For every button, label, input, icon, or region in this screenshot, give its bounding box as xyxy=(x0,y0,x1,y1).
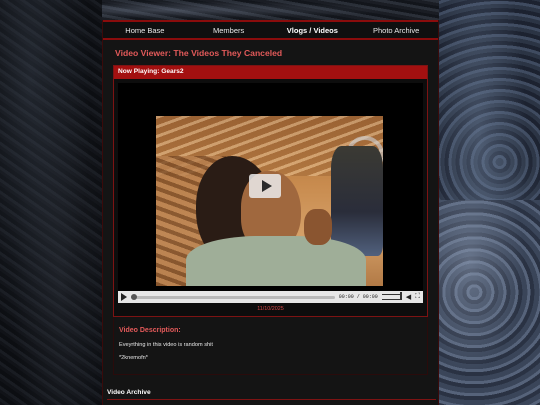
now-playing-header: Now Playing: Gears2 xyxy=(114,66,427,79)
person-hand xyxy=(304,209,332,245)
background-texture-top xyxy=(102,0,439,20)
description-title: Video Description: xyxy=(119,327,181,334)
main-page: Home Base Members Vlogs / Videos Photo A… xyxy=(102,20,439,405)
video-date: 11/10/2025 xyxy=(257,306,284,312)
top-nav: Home Base Members Vlogs / Videos Photo A… xyxy=(103,20,438,40)
nav-members[interactable]: Members xyxy=(187,26,271,35)
description-section: Video Description: Eveyrthing in this vi… xyxy=(113,317,428,375)
background-texture-right-bottom xyxy=(439,200,540,405)
content: Video Viewer: The Videos They Canceled N… xyxy=(103,40,438,379)
play-pause-button[interactable] xyxy=(121,293,127,301)
fullscreen-icon[interactable]: ⛶ xyxy=(415,293,420,301)
play-icon xyxy=(261,180,272,192)
speaker-icon[interactable]: ◀ xyxy=(406,293,411,301)
video-frame[interactable] xyxy=(156,116,383,286)
nav-photo-archive[interactable]: Photo Archive xyxy=(354,26,438,35)
video-viewer: Now Playing: Gears2 00:00 / 00:00 ◀ ⛶ 11… xyxy=(113,65,428,317)
seek-knob[interactable] xyxy=(131,293,137,300)
background-texture-left xyxy=(0,0,102,405)
page-title: Video Viewer: The Videos They Canceled xyxy=(115,48,283,58)
description-tag: *2knemofn* xyxy=(119,355,148,361)
time-display: 00:00 / 00:00 xyxy=(338,294,378,300)
volume-slider[interactable] xyxy=(381,292,402,300)
video-archive-heading: Video Archive xyxy=(107,389,436,400)
description-text: Eveyrthing in this video is random shit xyxy=(119,342,213,348)
big-play-button[interactable] xyxy=(249,174,281,198)
seek-bar[interactable] xyxy=(131,293,335,300)
nav-vlogs-videos[interactable]: Vlogs / Videos xyxy=(271,26,355,35)
player-controls: 00:00 / 00:00 ◀ ⛶ xyxy=(118,291,423,303)
person-shirt xyxy=(186,236,366,286)
nav-home-base[interactable]: Home Base xyxy=(103,26,187,35)
video-player[interactable]: 00:00 / 00:00 ◀ ⛶ xyxy=(118,83,423,303)
background-people xyxy=(331,146,383,256)
